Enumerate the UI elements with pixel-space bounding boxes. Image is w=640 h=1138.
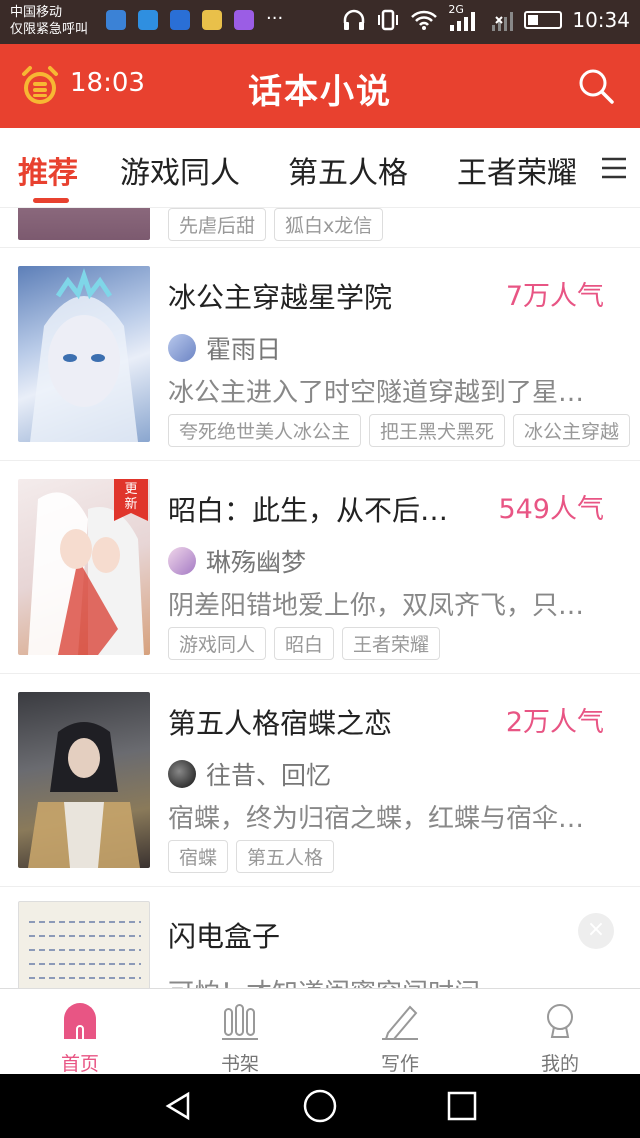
notification-icons: ··· (106, 10, 283, 30)
book-cover (18, 266, 150, 442)
pen-icon (382, 1005, 418, 1040)
battery-icon (524, 11, 563, 29)
tag[interactable]: 游戏同人 (168, 627, 267, 660)
book-cover (18, 901, 150, 988)
book-title[interactable]: 闪电盒子 (168, 915, 280, 955)
popularity-count: 549人气 (498, 494, 604, 525)
book-cover: 更新 (18, 479, 150, 655)
app-bar: 18:03 话本小说 (0, 44, 640, 128)
carrier-info: 中国移动 仅限紧急呼叫 (10, 4, 88, 38)
app-notification-icon (106, 10, 126, 30)
book-author[interactable]: 琳殇幽梦 (168, 543, 306, 579)
book-description: 阴差阳错地爱上你，双凤齐飞，只… (168, 591, 585, 621)
gallery-notification-icon (234, 10, 254, 30)
tag[interactable]: 第五人格 (236, 840, 335, 873)
bookshelf-icon (222, 1004, 258, 1040)
tab-honor-of-kings[interactable]: 王者荣耀 (457, 148, 577, 192)
headphones-icon (344, 9, 365, 30)
book-author[interactable]: 霍雨日 (168, 330, 281, 366)
tag[interactable]: 狐白x龙信 (274, 208, 384, 241)
tag[interactable]: 昭白 (274, 627, 335, 660)
book-title[interactable]: 昭白：此生，从不后… (168, 489, 448, 529)
book-tags: 先虐后甜 狐白x龙信 (168, 208, 640, 241)
avatar (168, 760, 196, 788)
list-item[interactable]: 第五人格宿蝶之恋 2万人气 往昔、回忆 宿蝶，终为归宿之蝶，红蝶与宿伞… 宿蝶 … (0, 674, 640, 887)
book-feed: 先虐后甜 狐白x龙信 冰公主穿越星学院 7万人气 霍雨日 冰公主进入了时空隧道穿… (0, 208, 640, 988)
book-tags: 游戏同人 昭白 王者荣耀 (168, 627, 640, 660)
carrier-name: 中国移动 (10, 5, 63, 20)
book-description: 冰公主进入了时空隧道穿越到了星… (168, 378, 585, 408)
category-tabs: 推荐 游戏同人 第五人格 王者荣耀 (0, 128, 640, 208)
carrier-emergency: 仅限紧急呼叫 (10, 22, 89, 37)
status-right: 2G 10:34 (342, 3, 630, 32)
menu-icon[interactable] (600, 156, 628, 180)
nav-label: 写作 (380, 1053, 419, 1075)
book-cover (18, 692, 150, 868)
message-notification-icon (170, 10, 190, 30)
book-tags: 宿蝶 第五人格 (168, 840, 640, 873)
book-author[interactable]: 往昔、回忆 (168, 756, 331, 792)
popularity-count: 7万人气 (505, 281, 604, 312)
back-icon[interactable] (162, 1090, 194, 1122)
profile-icon (547, 1004, 573, 1038)
list-item[interactable]: 闪电盒子 × 可怕！才知道闺蜜突闯时间 (0, 887, 640, 988)
app-title: 话本小说 (248, 72, 392, 112)
no-signal-icon (492, 12, 514, 31)
system-nav-bar (0, 1074, 640, 1138)
book-description: 可怕！才知道闺蜜突闯时间 (168, 973, 624, 988)
nav-label: 我的 (540, 1053, 579, 1075)
avatar (168, 334, 196, 362)
active-tab-indicator (33, 198, 69, 203)
nav-label: 首页 (60, 1053, 99, 1075)
tag[interactable]: 王者荣耀 (342, 627, 441, 660)
tab-game-fanfic[interactable]: 游戏同人 (120, 148, 240, 192)
popularity-count: 2万人气 (505, 707, 604, 738)
nav-write[interactable]: 写作 (345, 995, 455, 1076)
list-item[interactable]: 先虐后甜 狐白x龙信 (0, 208, 640, 248)
author-name: 琳殇幽梦 (206, 548, 307, 577)
wifi-icon (411, 10, 438, 30)
search-icon[interactable] (576, 66, 616, 106)
close-icon[interactable]: × (578, 913, 614, 949)
home-button-icon[interactable] (302, 1088, 338, 1124)
tab-recommend[interactable]: 推荐 (18, 148, 78, 192)
nav-home[interactable]: 首页 (25, 995, 135, 1076)
app-notification-icon (138, 10, 158, 30)
list-item[interactable]: 更新 昭白：此生，从不后… 549人气 琳殇幽梦 阴差阳错地爱上你，双凤齐飞，只… (0, 461, 640, 674)
vibrate-icon (378, 9, 399, 31)
tab-identity-v[interactable]: 第五人格 (288, 148, 408, 192)
tag[interactable]: 宿蝶 (168, 840, 229, 873)
tag[interactable]: 夸死绝世美人冰公主 (168, 414, 362, 447)
book-description: 宿蝶，终为归宿之蝶，红蝶与宿伞… (168, 804, 585, 834)
signal-icon: 2G (448, 3, 480, 31)
recents-icon[interactable] (446, 1090, 478, 1122)
nav-profile[interactable]: 我的 (505, 995, 615, 1076)
author-name: 霍雨日 (206, 335, 282, 364)
list-item[interactable]: 冰公主穿越星学院 7万人气 霍雨日 冰公主进入了时空隧道穿越到了星… 夸死绝世美… (0, 248, 640, 461)
nav-bookshelf[interactable]: 书架 (185, 995, 295, 1076)
book-tags: 夸死绝世美人冰公主 把王黑犬黑死 冰公主穿越 (168, 414, 640, 447)
tag[interactable]: 先虐后甜 (168, 208, 267, 241)
update-badge: 更新 (124, 482, 138, 512)
book-cover (18, 208, 150, 240)
more-notifications: ··· (266, 8, 284, 29)
app-notification-icon (202, 10, 222, 30)
book-title[interactable]: 第五人格宿蝶之恋 (168, 702, 392, 742)
author-name: 往昔、回忆 (206, 761, 332, 790)
nav-label: 书架 (220, 1053, 259, 1075)
tag[interactable]: 冰公主穿越 (513, 414, 631, 447)
tag[interactable]: 把王黑犬黑死 (369, 414, 506, 447)
book-title[interactable]: 冰公主穿越星学院 (168, 276, 392, 316)
status-bar: 中国移动 仅限紧急呼叫 ··· 2G 10:34 (0, 0, 640, 44)
clock: 10:34 (572, 8, 630, 32)
avatar (168, 547, 196, 575)
bottom-nav: 首页 书架 写作 我的 (0, 988, 640, 1076)
home-icon (64, 1003, 96, 1039)
